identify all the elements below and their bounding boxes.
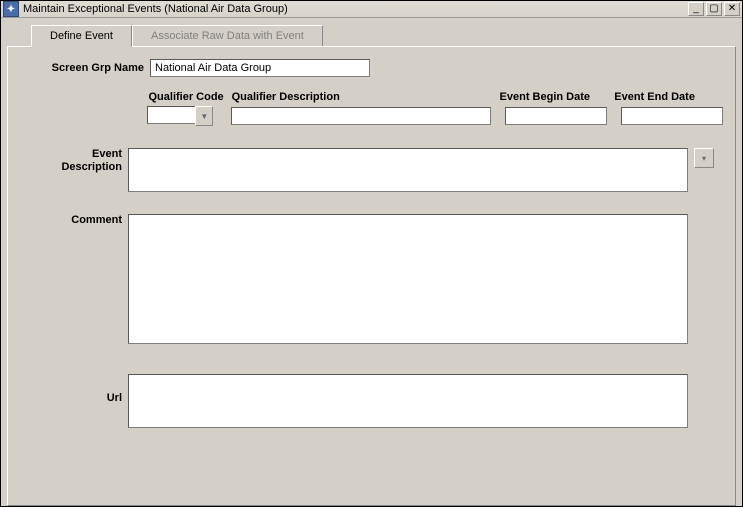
qualifier-code-combo: ▼	[147, 106, 213, 126]
titlebar: ✦ Maintain Exceptional Events (National …	[1, 1, 742, 18]
qualifier-desc-label: Qualifier Description	[232, 91, 494, 103]
headers-row: Qualifier Code Qualifier Description Eve…	[20, 91, 723, 106]
screen-grp-input[interactable]	[150, 59, 370, 77]
comment-row: Comment	[20, 214, 723, 344]
tab-strip: Define Event Associate Raw Data with Eve…	[31, 24, 736, 46]
tab-associate-raw-data[interactable]: Associate Raw Data with Event	[132, 25, 323, 47]
window-title: Maintain Exceptional Events (National Ai…	[23, 3, 688, 15]
window-controls: _ ▢ ✕	[688, 2, 740, 16]
url-textarea[interactable]	[128, 374, 688, 428]
screen-grp-label: Screen Grp Name	[20, 62, 150, 74]
window-frame: ✦ Maintain Exceptional Events (National …	[0, 0, 743, 507]
chevron-down-icon: ▾	[702, 154, 706, 163]
event-desc-label: Event Description	[20, 148, 128, 174]
event-begin-label: Event Begin Date	[500, 91, 609, 103]
app-icon: ✦	[3, 1, 19, 17]
minimize-button[interactable]: _	[688, 2, 704, 16]
screen-grp-row: Screen Grp Name	[20, 59, 723, 77]
qualifier-desc-input[interactable]	[231, 107, 491, 125]
url-label: Url	[20, 374, 128, 404]
comment-label: Comment	[20, 214, 128, 226]
event-desc-textarea[interactable]	[128, 148, 688, 192]
event-desc-row: Event Description ▾	[20, 148, 723, 192]
url-row: Url	[20, 374, 723, 428]
maximize-button[interactable]: ▢	[706, 2, 722, 16]
qualifier-code-label: Qualifier Code	[149, 91, 226, 103]
content-area: Define Event Associate Raw Data with Eve…	[1, 18, 742, 507]
qualifier-code-dropdown-button[interactable]: ▼	[195, 106, 213, 126]
chevron-down-icon: ▼	[200, 112, 208, 121]
event-desc-label-line1: Event	[92, 148, 122, 160]
qualifier-code-input[interactable]	[147, 106, 195, 124]
qualifier-row: ▼	[20, 106, 723, 126]
tab-panel-define-event: Screen Grp Name Qualifier Code Qualifier…	[7, 46, 736, 506]
event-begin-input[interactable]	[505, 107, 607, 125]
event-desc-label-line2: Description	[61, 161, 122, 173]
event-desc-lookup-button[interactable]: ▾	[694, 148, 714, 168]
tab-define-event[interactable]: Define Event	[31, 25, 132, 47]
close-button[interactable]: ✕	[724, 2, 740, 16]
event-end-input[interactable]	[621, 107, 723, 125]
event-end-label: Event End Date	[614, 91, 723, 103]
comment-textarea[interactable]	[128, 214, 688, 344]
